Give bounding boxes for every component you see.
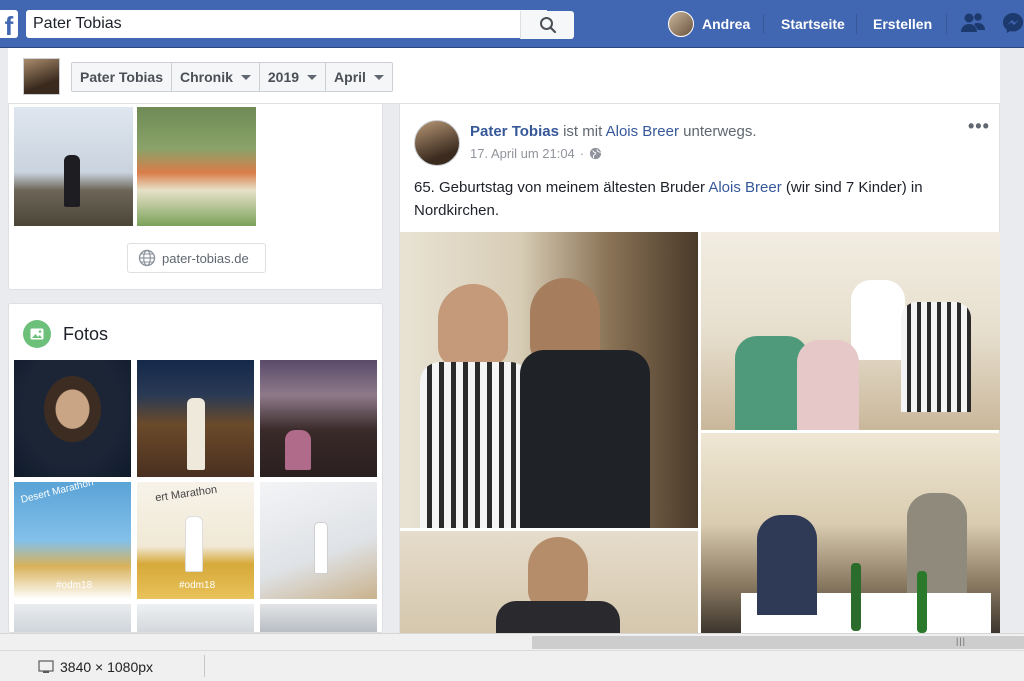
friend-requests-button[interactable] [960,12,986,39]
chevron-down-icon [240,74,251,80]
breadcrumb-month[interactable]: April [326,63,392,91]
post-timestamp[interactable]: 17. April um 21:04 [470,146,575,161]
scrollbar-thumb[interactable] [532,636,1024,649]
post-with-text: ist mit [563,123,603,140]
marathon-banner: ert Marathon [154,483,218,505]
post-photo-dinner-table[interactable] [701,433,1000,634]
post-activity: unterwegs. [683,123,757,140]
top-navigation-bar: f Andrea Startseite Erstellen [0,0,1024,48]
breadcrumb-chronik[interactable]: Chronik [172,63,260,91]
photo-portrait[interactable] [14,360,131,477]
website-url: pater-tobias.de [162,250,249,266]
post-author-avatar[interactable] [414,120,460,166]
search-box [26,10,574,39]
breadcrumb-year[interactable]: 2019 [260,63,327,91]
post-text-part: 65. Geburtstag von meinem ältesten Brude… [414,179,705,196]
user-name: Andrea [702,16,751,32]
nav-divider [946,14,947,34]
home-link[interactable]: Startseite [781,16,845,32]
photos-header[interactable]: Fotos [23,320,108,348]
photo-marathon-b[interactable]: ert Marathon #odm18 [137,482,254,599]
photo-church[interactable] [260,360,377,477]
chevron-down-icon [307,74,318,80]
photo-hallway[interactable] [260,482,377,599]
friends-icon [961,13,985,32]
intro-card: pater-tobias.de [8,104,383,290]
intro-photo-mountain[interactable] [14,107,133,226]
status-divider [204,655,205,677]
logo-letter: f [4,11,14,38]
photos-icon [23,320,51,348]
nav-divider [856,14,857,34]
post-tagged-person-link[interactable]: Alois Breer [606,123,679,140]
post-author-link[interactable]: Pater Tobias [470,123,559,140]
breadcrumb: Pater Tobias Chronik 2019 April [71,62,393,92]
dimensions-text: 3840 × 1080px [60,659,154,675]
scrollbar-grip: ||| [956,636,967,646]
profile-link[interactable]: Andrea [668,10,750,38]
search-input[interactable] [33,13,503,35]
horizontal-scrollbar[interactable]: ||| [0,633,1024,650]
photos-title: Fotos [63,323,109,344]
post-header: Pater Tobias ist mit Alois Breer unterwe… [470,123,757,140]
search-button[interactable] [520,11,574,39]
timeline-post: Pater Tobias ist mit Alois Breer unterwe… [399,104,1000,634]
breadcrumb-label: Pater Tobias [80,69,163,85]
image-dimensions: 3840 × 1080px [38,659,153,675]
chevron-down-icon [373,74,384,80]
marathon-banner: Desert Marathon [19,482,95,506]
website-link[interactable]: pater-tobias.de [127,243,266,273]
breadcrumb-label: April [334,69,366,85]
post-photo-brothers[interactable] [400,232,698,528]
photo-partial[interactable] [260,604,377,632]
post-photo-living-room[interactable] [701,232,1000,430]
post-photo-cheering[interactable] [400,531,698,634]
photo-marathon-a[interactable]: Desert Marathon #odm18 [14,482,131,599]
photo-nativity[interactable] [137,360,254,477]
messenger-button[interactable] [1002,12,1024,39]
globe-icon[interactable] [589,147,602,160]
breadcrumb-label: 2019 [267,69,300,85]
post-body: 65. Geburtstag von meinem ältesten Brude… [414,176,984,222]
breadcrumb-label: Chronik [180,69,233,85]
photo-partial[interactable] [137,604,254,632]
post-mention-link[interactable]: Alois Breer [708,179,781,196]
post-options-button[interactable]: ••• [968,116,990,137]
nav-divider [763,14,764,34]
breadcrumb-profile[interactable]: Pater Tobias [72,63,172,91]
messenger-icon [1003,13,1023,33]
status-bar: 3840 × 1080px [0,650,1024,681]
photos-card: Fotos Desert Marathon #odm18 ert Maratho… [8,303,383,633]
marathon-tag: #odm18 [56,580,93,591]
user-avatar [668,11,694,37]
globe-icon [138,249,156,267]
image-size-icon [38,660,54,673]
search-icon [539,17,556,34]
meta-dot: · [579,146,585,161]
create-link[interactable]: Erstellen [873,16,932,32]
intro-photo-procession[interactable] [137,107,256,226]
timeline-header: Pater Tobias Chronik 2019 April [8,48,1000,104]
profile-thumbnail[interactable] [23,58,60,95]
photo-partial[interactable] [14,604,131,632]
marathon-tag: #odm18 [179,580,216,591]
post-meta: 17. April um 21:04 · [470,146,602,161]
facebook-logo[interactable]: f [0,10,18,38]
